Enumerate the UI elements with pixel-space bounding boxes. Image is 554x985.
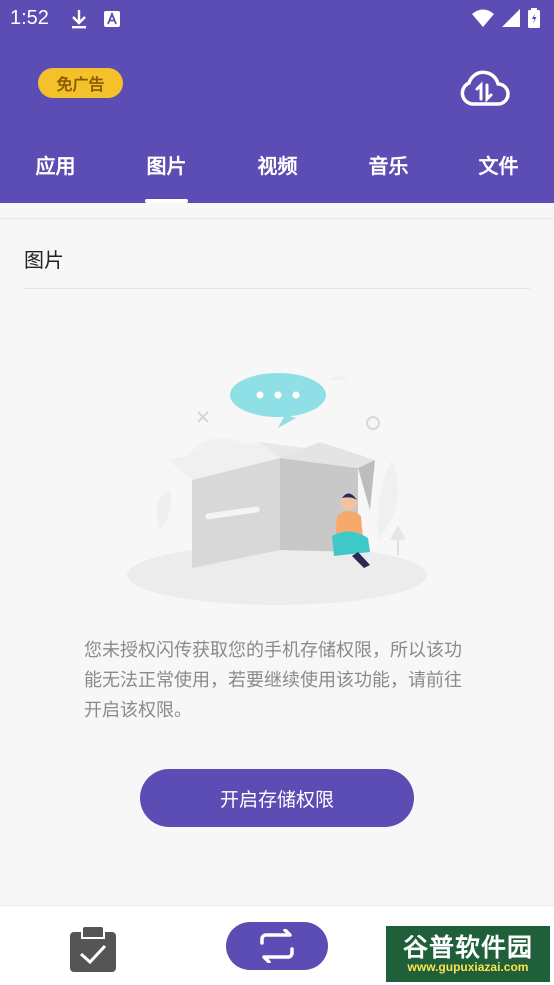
category-tabs: 应用 图片 视频 音乐 文件 xyxy=(0,148,554,203)
remove-ads-badge[interactable]: 免广告 xyxy=(38,68,123,98)
tab-music[interactable]: 音乐 xyxy=(333,148,444,203)
tab-files[interactable]: 文件 xyxy=(443,148,554,203)
wifi-icon xyxy=(472,9,494,27)
grant-storage-permission-button[interactable]: 开启存储权限 xyxy=(140,769,414,827)
tab-videos[interactable]: 视频 xyxy=(222,148,333,203)
status-bar: 1:52 xyxy=(0,0,554,38)
swap-icon xyxy=(260,929,294,963)
section-divider xyxy=(24,288,530,289)
watermark: 谷普软件园 www.gupuxiazai.com xyxy=(386,926,550,982)
status-time: 1:52 xyxy=(10,7,49,29)
tab-apps[interactable]: 应用 xyxy=(0,148,111,203)
section-title: 图片 xyxy=(24,248,64,272)
tab-images[interactable]: 图片 xyxy=(111,148,222,203)
a-icon xyxy=(104,11,120,27)
transfer-button[interactable] xyxy=(226,922,328,970)
top-divider xyxy=(0,218,554,219)
cloud-transfer-icon[interactable] xyxy=(458,66,510,110)
download-icon xyxy=(72,10,86,29)
battery-icon xyxy=(528,8,540,28)
permission-message: 您未授权闪传获取您的手机存储权限，所以该功能无法正常使用，若要继续使用该功能，请… xyxy=(84,640,462,721)
signal-icon xyxy=(502,9,520,27)
watermark-title: 谷普软件园 xyxy=(402,933,533,962)
empty-box-illustration xyxy=(127,373,427,605)
clipboard-check-icon[interactable] xyxy=(68,924,118,972)
app-header: 1:52 免广告 应用 图片 视频 音乐 文件 xyxy=(0,0,554,203)
watermark-url: www.gupuxiazai.com xyxy=(407,960,529,974)
bottom-bar: 谷普软件园 www.gupuxiazai.com xyxy=(0,905,554,985)
